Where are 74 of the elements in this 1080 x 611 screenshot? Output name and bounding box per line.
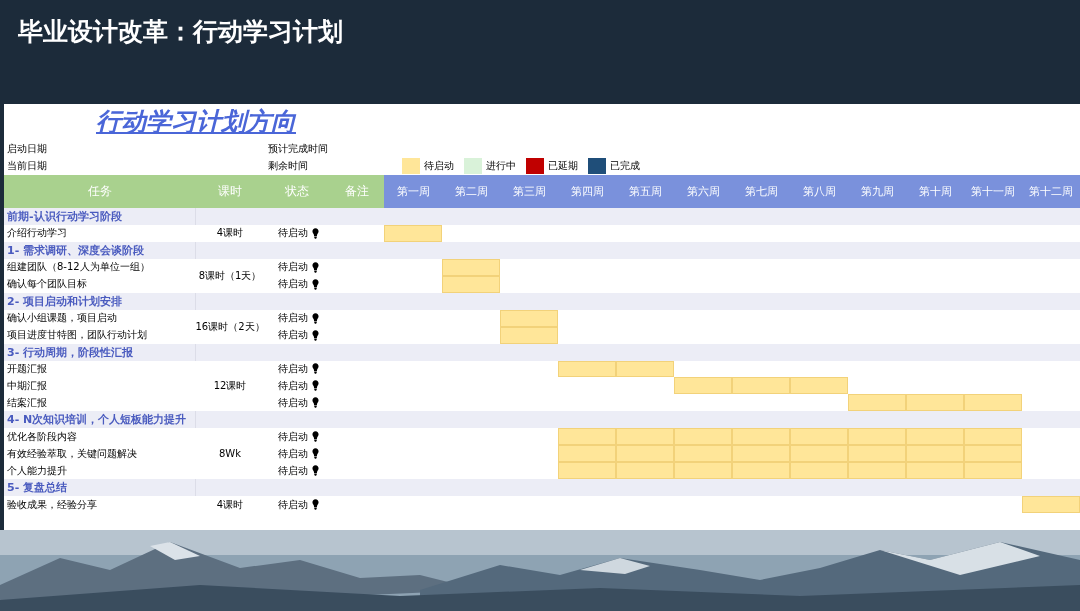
- lightbulb-icon: [312, 363, 319, 375]
- column-header: 课时: [196, 175, 264, 208]
- status-cell: 待启动: [278, 260, 308, 275]
- week-header: 第四周: [558, 175, 616, 208]
- lightbulb-icon: [312, 261, 319, 273]
- hours-cell-text: 16课时（2天）: [196, 319, 264, 334]
- task-cell-text: 中期汇报: [6, 378, 48, 393]
- task-cell-text: 优化各阶段内容: [6, 429, 78, 444]
- lightbulb-icon: [312, 397, 319, 409]
- legend-label: 已延期: [548, 159, 578, 173]
- status-cell: 待启动: [278, 226, 308, 241]
- column-header: 状态: [264, 175, 330, 208]
- info-label: 预计完成时间: [268, 141, 329, 156]
- hours-cell-text: 8课时（1天）: [197, 268, 263, 283]
- task-cell-text: 验收成果，经验分享: [6, 497, 98, 512]
- week-header: 第九周: [848, 175, 906, 208]
- week-header: 第十二周: [1022, 175, 1080, 208]
- info-label: 剩余时间: [268, 159, 309, 173]
- lightbulb-icon: [312, 227, 319, 239]
- phase-title: 2- 项目启动和计划安排: [4, 292, 196, 310]
- status-cell: 待启动: [278, 378, 308, 393]
- task-cell-text: 有效经验萃取，关键问题解决: [6, 446, 138, 461]
- week-header: 第二周: [442, 175, 500, 208]
- lightbulb-icon: [312, 465, 319, 477]
- hours-cell-text: 4课时: [215, 226, 245, 241]
- status-cell: 待启动: [278, 277, 308, 292]
- status-cell: 待启动: [278, 497, 308, 512]
- hours-cell-text: 12课时: [212, 378, 248, 393]
- hours-cell-text: 8Wk: [217, 447, 242, 462]
- column-header: 任务: [4, 175, 196, 208]
- status-cell: 待启动: [278, 429, 308, 444]
- info-label: 启动日期: [6, 141, 48, 156]
- task-cell-text: 介绍行动学习: [6, 226, 68, 241]
- lightbulb-icon: [312, 278, 319, 290]
- status-cell: 待启动: [278, 311, 308, 326]
- week-header: 第五周: [616, 175, 674, 208]
- legend-label: 待启动: [424, 159, 454, 173]
- week-header: 第十周: [906, 175, 964, 208]
- task-cell-text: 确认小组课题，项目启动: [6, 311, 118, 326]
- info-label: 当前日期: [6, 159, 48, 173]
- task-cell-text: 确认每个团队目标: [6, 277, 88, 292]
- week-header: 第七周: [732, 175, 790, 208]
- week-header: 第三周: [500, 175, 558, 208]
- lightbulb-icon: [312, 499, 319, 511]
- sheet-title: 行动学习计划方向: [95, 106, 298, 138]
- phase-title: 前期-认识行动学习阶段: [4, 208, 196, 225]
- phase-title: 5- 复盘总结: [4, 479, 196, 497]
- lightbulb-icon: [312, 448, 319, 460]
- status-cell: 待启动: [278, 362, 308, 376]
- task-cell-text: 开题汇报: [6, 362, 48, 376]
- status-cell: 待启动: [278, 446, 308, 461]
- task-cell-text: 结案汇报: [6, 395, 48, 410]
- legend-label: 进行中: [486, 159, 516, 173]
- legend-label: 已完成: [610, 159, 640, 173]
- lightbulb-icon: [312, 380, 319, 392]
- task-cell-text: 个人能力提升: [6, 463, 68, 478]
- slide-title: 毕业设计改革：行动学习计划: [17, 16, 344, 48]
- lightbulb-icon: [312, 329, 319, 341]
- phase-title: 1- 需求调研、深度会谈阶段: [4, 241, 196, 259]
- hours-cell-text: 4课时: [215, 497, 245, 512]
- week-header: 第六周: [674, 175, 732, 208]
- phase-title: 4- N次知识培训，个人短板能力提升: [4, 411, 196, 429]
- task-cell-text: 组建团队（8-12人为单位一组）: [6, 260, 151, 275]
- status-cell: 待启动: [278, 395, 308, 410]
- lightbulb-icon: [312, 431, 319, 443]
- lightbulb-icon: [312, 312, 319, 324]
- week-header: 第十一周: [964, 175, 1022, 208]
- week-header: 第八周: [790, 175, 848, 208]
- week-header: 第一周: [384, 175, 442, 208]
- status-cell: 待启动: [278, 328, 308, 343]
- task-cell-text: 项目进度甘特图，团队行动计划: [6, 328, 148, 343]
- column-header: 备注: [330, 175, 384, 208]
- phase-title: 3- 行动周期，阶段性汇报: [4, 343, 196, 361]
- status-cell: 待启动: [278, 463, 308, 478]
